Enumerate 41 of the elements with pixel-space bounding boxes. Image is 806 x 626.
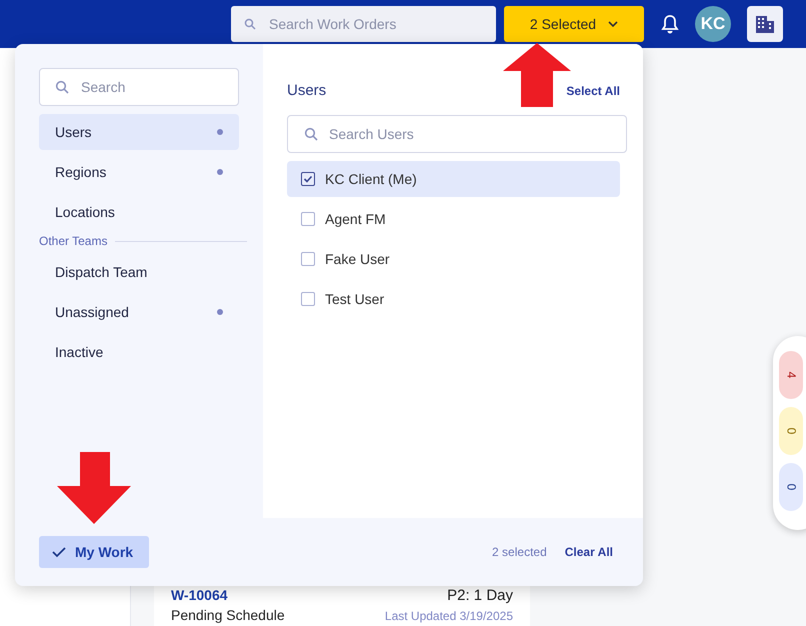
check-icon — [302, 173, 314, 185]
list-title: Users — [287, 82, 326, 99]
user-option[interactable]: Fake User — [287, 241, 620, 277]
checkbox[interactable] — [301, 172, 315, 186]
counter-badge[interactable]: 0 — [779, 407, 803, 455]
user-option[interactable]: Agent FM — [287, 201, 620, 237]
user-option[interactable]: KC Client (Me) — [287, 161, 620, 197]
search-icon — [304, 127, 318, 141]
bell-icon[interactable] — [661, 14, 679, 34]
checkbox[interactable] — [301, 292, 315, 306]
counter-badge[interactable]: 4 — [779, 351, 803, 399]
my-work-button[interactable]: My Work — [39, 536, 150, 568]
nav-item[interactable]: Dispatch Team — [39, 254, 239, 290]
priority-text: P2: 1 Day — [447, 587, 513, 604]
checkbox[interactable] — [301, 212, 315, 226]
counter-badge[interactable]: 0 — [779, 463, 803, 511]
status-text: Pending Schedule — [171, 607, 285, 624]
selection-dropdown[interactable]: 2 Selected — [504, 6, 644, 42]
search-icon — [244, 18, 256, 30]
down-arrow-icon — [57, 452, 131, 524]
search-field[interactable]: Search Users — [287, 115, 627, 153]
nav-item[interactable]: Inactive — [39, 334, 239, 370]
select-all-link[interactable]: Select All — [566, 84, 620, 98]
search-icon — [55, 80, 69, 94]
work-order-link[interactable]: W-10064 — [171, 587, 228, 604]
nav-item[interactable]: Regions — [39, 154, 239, 190]
selected-count: 2 selected — [492, 545, 547, 559]
search-field[interactable]: Search — [39, 68, 239, 106]
building-icon — [755, 14, 775, 34]
clear-all-link[interactable]: Clear All — [564, 545, 613, 559]
user-option[interactable]: Test User — [287, 281, 620, 317]
nav-item[interactable]: Unassigned — [39, 294, 239, 330]
nav-item[interactable]: Users — [39, 114, 239, 150]
check-icon — [52, 546, 66, 558]
checkbox[interactable] — [301, 252, 315, 266]
nav-item[interactable]: Locations — [39, 194, 239, 230]
search-field[interactable]: Search Work Orders — [231, 6, 496, 42]
chevron-icon — [608, 21, 618, 27]
updated-text: Last Updated 3/19/2025 — [384, 608, 513, 625]
section-label: Other Teams — [39, 234, 108, 248]
building-button[interactable] — [747, 6, 783, 42]
